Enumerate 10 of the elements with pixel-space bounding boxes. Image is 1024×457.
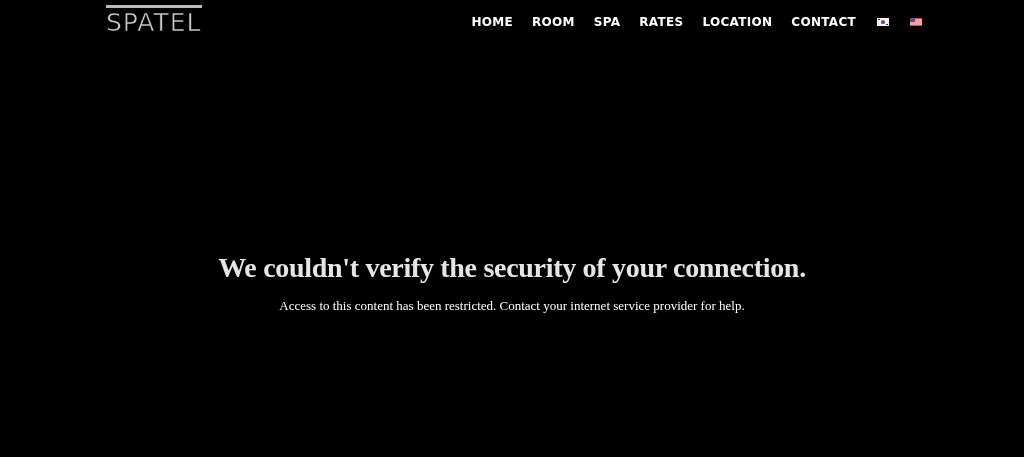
nav-link[interactable]: CONTACT (791, 15, 856, 29)
flag-icon[interactable] (877, 18, 889, 26)
nav-link[interactable]: HOME (471, 15, 513, 29)
nav-link[interactable]: SPA (593, 15, 621, 29)
nav-link[interactable]: ROOM (531, 15, 575, 29)
nav-link[interactable]: RATES (639, 15, 684, 29)
logo[interactable]: SPATEL (106, 4, 202, 36)
error-description: Access to this content has been restricted. Contact your internet service provider for help. (279, 298, 745, 314)
error-heading: We couldn't verify the security of your connection. (218, 252, 806, 284)
nav-link[interactable]: LOCATION (702, 15, 773, 29)
